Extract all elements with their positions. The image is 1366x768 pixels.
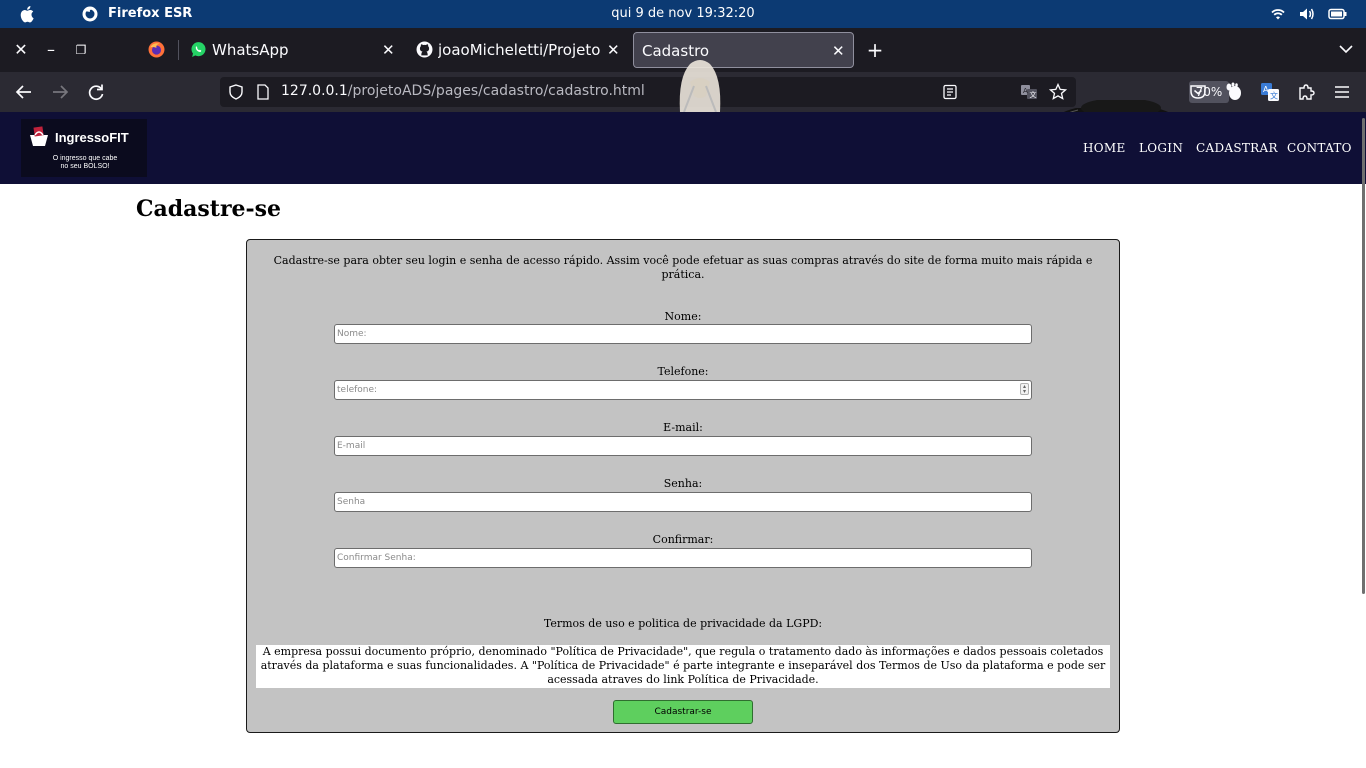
tab-separator xyxy=(178,40,179,60)
tab-whatsapp[interactable]: WhatsApp ✕ xyxy=(186,32,402,68)
terms-title: Termos de uso e politica de privacidade … xyxy=(543,617,823,630)
email-label: E-mail: xyxy=(663,421,703,434)
bookmark-star-icon[interactable] xyxy=(1049,83,1067,101)
nav-link-cadastrar[interactable]: CADASTRAR xyxy=(1196,141,1278,155)
svg-text:A: A xyxy=(1263,85,1269,94)
tab-cadastro[interactable]: Cadastro ✕ xyxy=(633,32,854,68)
phone-label: Telefone: xyxy=(657,365,709,378)
password-label: Senha: xyxy=(663,477,703,490)
form-intro-text: Cadastre-se para obter seu login e senha… xyxy=(273,254,1093,281)
close-window-icon[interactable]: ✕ xyxy=(12,41,30,59)
forward-icon[interactable] xyxy=(50,82,70,102)
volume-icon[interactable] xyxy=(1299,6,1315,22)
reload-icon[interactable] xyxy=(86,82,106,102)
site-logo[interactable]: IngressoFIT O ingresso que cabe no seu B… xyxy=(21,119,147,177)
confirm-password-label: Confirmar: xyxy=(652,533,714,546)
terms-text: A empresa possui documento próprio, deno… xyxy=(256,645,1110,688)
tab-label: joaoMicheletti/Projeto4s xyxy=(438,41,600,59)
svg-text:文: 文 xyxy=(1030,90,1037,99)
phone-field: ▴▾ xyxy=(334,380,1032,400)
extensions-icon[interactable] xyxy=(1296,82,1316,102)
whatsapp-icon xyxy=(191,42,206,57)
url-path: /projetoADS/pages/cadastro/cadastro.html xyxy=(347,83,645,99)
name-input[interactable] xyxy=(334,324,1032,344)
site-header: IngressoFIT O ingresso que cabe no seu B… xyxy=(0,112,1366,184)
page-scrollbar[interactable] xyxy=(1362,118,1365,594)
clock[interactable]: qui 9 de nov 19:32:20 xyxy=(0,6,1366,21)
name-label: Nome: xyxy=(664,310,702,323)
signup-submit-button[interactable]: Cadastrar-se xyxy=(613,700,753,724)
logo-slogan: O ingresso que cabe no seu BOLSO! xyxy=(52,155,118,170)
password-input[interactable] xyxy=(334,492,1032,512)
ticket-bag-icon xyxy=(30,126,48,146)
email-input[interactable] xyxy=(334,436,1032,456)
logo-brand-a: Ingresso xyxy=(55,130,110,145)
translator-extension-icon[interactable]: A 文 xyxy=(1260,82,1280,102)
close-tab-icon[interactable]: ✕ xyxy=(382,41,395,59)
tab-github[interactable]: joaoMicheletti/Projeto4s ✕ xyxy=(410,32,626,68)
hamburger-menu-icon[interactable] xyxy=(1332,82,1352,102)
page-info-icon[interactable] xyxy=(256,84,270,100)
minimize-icon[interactable]: – xyxy=(42,41,60,59)
restore-icon[interactable]: ❐ xyxy=(72,41,90,59)
phone-input[interactable] xyxy=(334,380,1032,400)
nav-link-home[interactable]: HOME xyxy=(1083,141,1126,155)
svg-text:A: A xyxy=(1023,87,1028,95)
pocket-icon[interactable] xyxy=(1188,82,1208,102)
close-tab-icon[interactable]: ✕ xyxy=(832,42,845,60)
confirm-password-input[interactable] xyxy=(334,548,1032,568)
shield-icon[interactable] xyxy=(228,84,244,100)
tab-firefox-view[interactable] xyxy=(140,32,176,68)
logo-brand: IngressoFIT xyxy=(55,130,129,145)
list-all-tabs-icon[interactable] xyxy=(1338,43,1354,55)
page-title: Cadastre-se xyxy=(136,196,282,222)
back-icon[interactable] xyxy=(14,82,34,102)
logo-brand-b: FIT xyxy=(109,130,129,145)
phone-stepper-icon[interactable]: ▴ ▾ xyxy=(1020,383,1029,395)
signup-form: Cadastre-se para obter seu login e senha… xyxy=(246,239,1120,733)
new-tab-icon[interactable]: + xyxy=(866,40,884,60)
os-top-bar: Firefox ESR qui 9 de nov 19:32:20 xyxy=(0,0,1366,28)
translate-icon[interactable]: A 文 xyxy=(1020,84,1038,100)
close-tab-icon[interactable]: ✕ xyxy=(607,41,620,59)
navigation-toolbar: 127.0.0.1/projetoADS/pages/cadastro/cada… xyxy=(0,60,1366,184)
url-host: 127.0.0.1 xyxy=(281,83,348,99)
battery-icon[interactable] xyxy=(1328,6,1348,22)
svg-text:文: 文 xyxy=(1270,91,1278,101)
firefox-icon xyxy=(148,41,165,58)
nav-link-login[interactable]: LOGIN xyxy=(1139,141,1183,155)
tab-label: WhatsApp xyxy=(212,41,289,59)
nav-link-contato[interactable]: CONTATO xyxy=(1287,141,1352,155)
url-bar[interactable]: 127.0.0.1/projetoADS/pages/cadastro/cada… xyxy=(220,77,1229,107)
github-icon xyxy=(416,41,433,58)
wifi-icon[interactable] xyxy=(1270,6,1286,22)
gnome-extension-icon[interactable] xyxy=(1224,82,1244,102)
url-text[interactable]: 127.0.0.1/projetoADS/pages/cadastro/cada… xyxy=(281,83,645,99)
theme-figure-artwork xyxy=(679,60,721,112)
reader-view-icon[interactable] xyxy=(942,84,958,100)
